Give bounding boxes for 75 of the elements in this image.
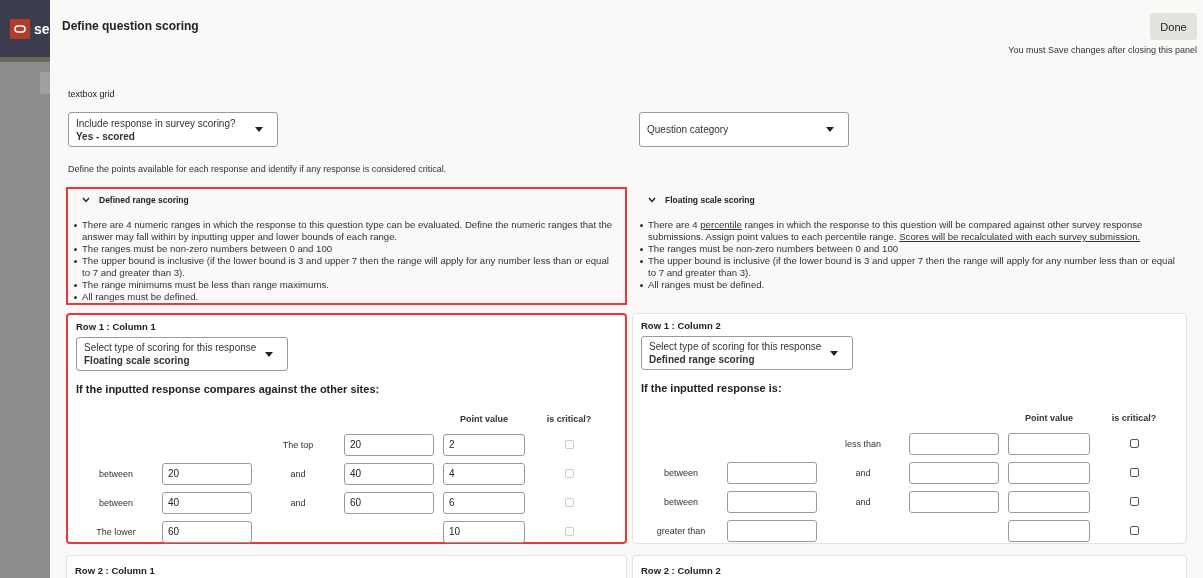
range-label: The lower xyxy=(95,526,137,537)
range-label: between xyxy=(663,496,699,507)
bullet-icon xyxy=(640,224,643,227)
save-note: You must Save changes after closing this panel xyxy=(1008,45,1197,55)
instructions: Define the points available for each response and identify if any response is considered critical. xyxy=(68,164,448,174)
range-label: and xyxy=(289,468,307,479)
bullet-icon xyxy=(74,284,77,287)
logo-icon xyxy=(10,18,30,39)
column-header: is critical? xyxy=(1110,413,1158,425)
app-name: se xyxy=(34,20,50,37)
number-field[interactable] xyxy=(1008,432,1090,455)
number-field[interactable] xyxy=(909,461,999,484)
checkbox[interactable] xyxy=(1129,439,1139,448)
number-field[interactable] xyxy=(727,519,817,542)
number-field[interactable] xyxy=(1008,490,1090,513)
text-link[interactable]: percentile xyxy=(700,219,742,230)
section-title: Defined range scoring xyxy=(99,195,189,205)
bullet-text: All ranges must be defined. xyxy=(82,291,199,303)
bullet-text: The upper bound is inclusive (if the lower bound is 3 and upper 7 then the range will apply for any number less than or equal to 7 and greater than 3). xyxy=(82,255,610,279)
caret-icon xyxy=(826,127,834,132)
chevron-down-icon[interactable] xyxy=(82,197,90,203)
card-title: Row 1 : Column 2 xyxy=(641,319,722,332)
range-label: between xyxy=(98,497,134,508)
condition-heading: If the inputted response compares against the other sites: xyxy=(76,382,381,396)
range-label: between xyxy=(663,467,699,478)
bullet-text: All ranges must be defined. xyxy=(648,279,765,291)
column-header: is critical? xyxy=(545,414,593,426)
checkbox[interactable] xyxy=(1129,497,1139,506)
number-field[interactable] xyxy=(909,490,999,513)
select-field[interactable]: Include response in survey scoring? Yes - scored xyxy=(68,112,278,147)
range-label: and xyxy=(289,497,307,508)
number-field[interactable] xyxy=(909,432,999,455)
number-field[interactable] xyxy=(1008,519,1090,542)
bullet-icon xyxy=(74,248,77,251)
range-label: less than xyxy=(844,438,882,449)
chevron-down-icon[interactable] xyxy=(648,197,656,203)
bullet-icon xyxy=(640,284,643,287)
bullet-icon xyxy=(74,260,77,263)
card-title: Row 2 : Column 1 xyxy=(75,565,155,576)
number-field[interactable] xyxy=(1008,461,1090,484)
bullet-text: There are 4 percentile ranges in which the response to this question will be compared against other survey response submissions. Assign point values to each percentile range. Scores will be recalculated with each survey submission. xyxy=(648,219,1144,243)
checkbox[interactable] xyxy=(1129,526,1139,535)
caret-icon xyxy=(830,350,838,356)
bullet-text: There are 4 numeric ranges in which the response to this question type can be evaluated. Define the numeric ranges that the answer may fall within by inputting upper and lower bounds of each range. xyxy=(82,219,614,243)
select-field[interactable]: Select type of scoring for this response Floating scale scoring xyxy=(76,337,288,371)
panel-title: Define question scoring xyxy=(62,19,199,33)
bullet-text: The ranges must be non-zero numbers between 0 and 100 xyxy=(82,243,333,255)
bullet-icon xyxy=(74,296,77,299)
section-title: Floating scale scoring xyxy=(665,195,755,205)
condition-heading: If the inputted response is: xyxy=(641,381,783,395)
text-link[interactable]: Scores will be recalculated with each survey submission. xyxy=(899,231,1141,242)
checkbox[interactable] xyxy=(1129,468,1139,477)
range-label: The top xyxy=(281,439,315,450)
range-label: and xyxy=(854,467,872,478)
card-title: Row 2 : Column 2 xyxy=(641,565,721,576)
bullet-icon xyxy=(74,224,77,227)
select-field[interactable]: Question category xyxy=(639,112,849,147)
range-label: greater than xyxy=(655,525,707,536)
bullet-text: The ranges must be non-zero numbers between 0 and 100 xyxy=(648,243,899,255)
caret-icon xyxy=(265,351,273,357)
range-label: between xyxy=(98,468,134,479)
number-field[interactable] xyxy=(727,490,817,513)
range-label: and xyxy=(854,496,872,507)
number-field[interactable] xyxy=(727,461,817,484)
select-field[interactable]: Select type of scoring for this response Defined range scoring xyxy=(641,336,853,370)
bullet-text: The range minimums must be less than range maximums. xyxy=(82,279,329,291)
column-header: Point value xyxy=(1024,413,1074,425)
done-button[interactable]: Done xyxy=(1150,13,1197,40)
bullet-icon xyxy=(640,260,643,263)
bullet-text: The upper bound is inclusive (if the lower bound is 3 and upper 7 then the range will apply for any number less than or equal to 7 and greater than 3). xyxy=(648,255,1176,279)
card-title: Row 1 : Column 1 xyxy=(76,320,157,333)
column-header: Point value xyxy=(459,414,509,426)
bullet-icon xyxy=(640,248,643,251)
question-type: textbox grid xyxy=(68,89,116,99)
caret-icon xyxy=(255,127,263,132)
